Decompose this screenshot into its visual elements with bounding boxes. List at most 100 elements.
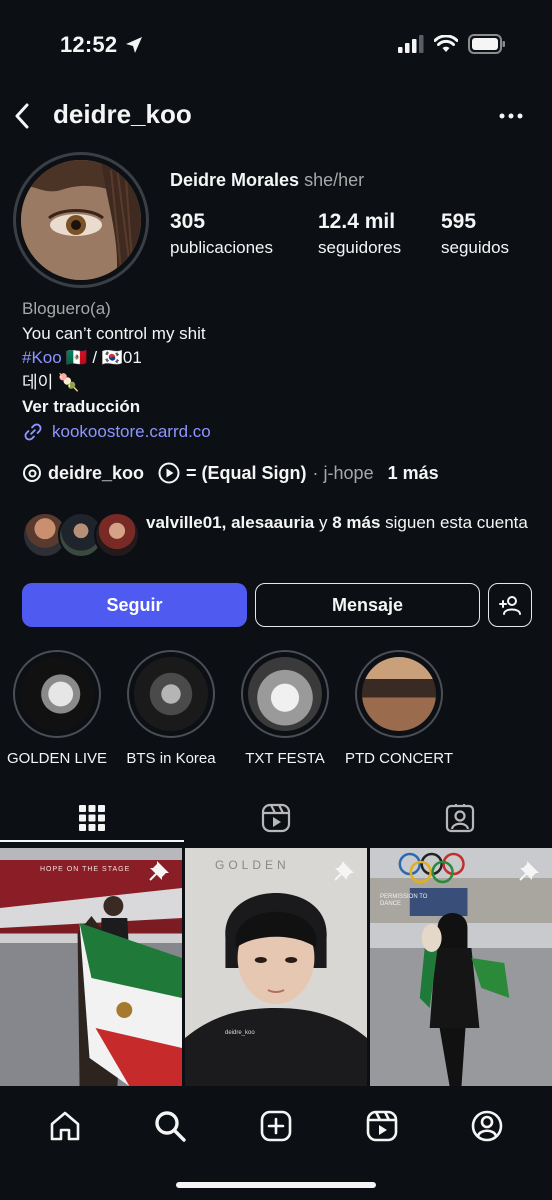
page-title: deidre_koo bbox=[53, 99, 192, 129]
highlight-item[interactable]: GOLDEN LIVE bbox=[7, 650, 107, 767]
signal-icon bbox=[398, 35, 424, 53]
ellipsis-icon bbox=[499, 113, 523, 119]
bio-hashtag[interactable]: #Koo bbox=[22, 348, 62, 367]
story-highlights: GOLDEN LIVE BTS in Korea TXT FESTA PTD C… bbox=[7, 650, 453, 767]
tab-posts[interactable] bbox=[0, 794, 184, 842]
post-caption: GOLDEN bbox=[215, 858, 290, 872]
profile-tabs bbox=[0, 794, 552, 842]
create-icon bbox=[260, 1110, 292, 1142]
bio-line: 데이 🍡 bbox=[22, 372, 80, 392]
highlight-cover bbox=[248, 657, 322, 731]
chevron-left-icon bbox=[15, 103, 29, 129]
follower-names: valville01, alesaauria bbox=[146, 513, 315, 532]
profile-chips: deidre_koo = (Equal Sign) · j-hope 1 más bbox=[22, 462, 439, 484]
home-icon bbox=[50, 1111, 80, 1141]
threads-chip[interactable]: deidre_koo bbox=[22, 463, 144, 484]
avatar-image bbox=[21, 160, 141, 280]
post-thumbnail[interactable]: GOLDEN deidre_koo bbox=[185, 848, 367, 1086]
pronouns: she/her bbox=[304, 170, 365, 190]
battery-icon bbox=[468, 34, 505, 54]
highlight-label: PTD CONCERT bbox=[344, 750, 454, 767]
profile-name-row: Deidre Morales she/her bbox=[170, 170, 364, 191]
nav-reels[interactable] bbox=[360, 1104, 404, 1148]
nav-search[interactable] bbox=[148, 1104, 192, 1148]
highlight-cover bbox=[134, 657, 208, 731]
bio-category: Bloguero(a) bbox=[22, 299, 111, 318]
location-arrow-icon bbox=[126, 37, 142, 53]
highlight-cover bbox=[20, 657, 94, 731]
followed-by-suffix: siguen esta cuenta bbox=[380, 513, 528, 532]
message-button[interactable]: Mensaje bbox=[255, 583, 480, 627]
post-thumbnail[interactable]: HOPE ON THE STAGE bbox=[0, 848, 182, 1086]
suggested-users-button[interactable] bbox=[488, 583, 532, 627]
posts-grid: HOPE ON THE STAGE GOLDEN deidre_koo PERM… bbox=[0, 848, 552, 1086]
more-options-button[interactable] bbox=[496, 104, 526, 128]
highlight-cover bbox=[362, 657, 436, 731]
nav-profile[interactable] bbox=[465, 1104, 509, 1148]
bio-line-rest: 🇲🇽 / 🇰🇷01 bbox=[61, 348, 142, 367]
stat-label: seguidores bbox=[318, 238, 402, 257]
follower-avatars bbox=[22, 512, 140, 558]
music-chip[interactable]: = (Equal Sign) · j-hope bbox=[158, 462, 374, 484]
bio-link-text: kookoostore.carrd.co bbox=[52, 421, 211, 441]
bio-link[interactable]: kookoostore.carrd.co bbox=[22, 420, 211, 445]
highlight-item[interactable]: PTD CONCERT bbox=[345, 650, 453, 767]
stat-following[interactable]: 595 seguidos bbox=[441, 210, 509, 258]
reels-icon bbox=[366, 1110, 397, 1142]
home-indicator bbox=[176, 1182, 376, 1188]
highlight-label: BTS in Korea bbox=[126, 750, 216, 767]
highlight-label: TXT FESTA bbox=[245, 750, 325, 767]
stat-value: 595 bbox=[441, 210, 477, 233]
bottom-navigation bbox=[0, 1086, 552, 1200]
music-title: = (Equal Sign) bbox=[186, 462, 307, 483]
more-chips-link[interactable]: 1 más bbox=[388, 463, 439, 484]
follower-more: 8 más bbox=[332, 513, 381, 532]
add-person-icon bbox=[499, 596, 521, 615]
post-caption: HOPE ON THE STAGE bbox=[40, 866, 131, 873]
pin-icon bbox=[519, 861, 539, 881]
stat-followers[interactable]: 12.4 mil seguidores bbox=[318, 210, 441, 258]
threads-handle: deidre_koo bbox=[48, 462, 145, 483]
pin-icon bbox=[334, 861, 354, 881]
see-translation-link[interactable]: Ver traducción bbox=[22, 395, 211, 420]
tab-reels[interactable] bbox=[184, 794, 368, 842]
nav-home[interactable] bbox=[43, 1104, 87, 1148]
post-watermark: deidre_koo bbox=[225, 1030, 255, 1036]
stat-label: publicaciones bbox=[170, 238, 274, 257]
back-button[interactable] bbox=[10, 100, 34, 132]
profile-actions: Seguir Mensaje bbox=[22, 583, 532, 627]
music-artist: · j-hope bbox=[312, 462, 374, 483]
conjunction: y bbox=[314, 513, 333, 532]
threads-icon bbox=[23, 464, 41, 482]
full-name: Deidre Morales bbox=[170, 170, 300, 190]
profile-header: deidre_koo bbox=[0, 96, 552, 136]
nav-create[interactable] bbox=[254, 1104, 298, 1148]
stat-posts[interactable]: 305 publicaciones bbox=[170, 210, 318, 258]
profile-avatar[interactable] bbox=[13, 152, 149, 288]
highlight-label: GOLDEN LIVE bbox=[6, 750, 108, 767]
followed-by[interactable]: valville01, alesaauria y 8 más siguen es… bbox=[22, 510, 532, 560]
tagged-icon bbox=[445, 804, 475, 833]
bio-line: #Koo 🇲🇽 / 🇰🇷01 bbox=[22, 346, 211, 371]
bio-line: You can’t control my shit bbox=[22, 323, 206, 343]
avatar bbox=[94, 512, 140, 558]
search-icon bbox=[155, 1111, 187, 1142]
follow-button[interactable]: Seguir bbox=[22, 583, 247, 627]
followed-by-text: valville01, alesaauria y 8 más siguen es… bbox=[146, 510, 536, 535]
play-circle-icon bbox=[158, 462, 180, 484]
stat-value: 305 bbox=[170, 210, 206, 233]
status-bar: 12:52 bbox=[0, 0, 552, 88]
tab-tagged[interactable] bbox=[368, 794, 552, 842]
bio: Bloguero(a) You can’t control my shit #K… bbox=[22, 297, 211, 444]
wifi-icon bbox=[434, 35, 458, 52]
highlight-item[interactable]: TXT FESTA bbox=[240, 650, 330, 767]
post-caption: PERMISSION TO DANCE bbox=[380, 894, 428, 907]
reels-icon bbox=[261, 803, 291, 833]
profile-stats: 305 publicaciones 12.4 mil seguidores 59… bbox=[170, 210, 509, 258]
post-thumbnail[interactable]: PERMISSION TO DANCE bbox=[370, 848, 552, 1086]
pin-icon bbox=[149, 861, 169, 881]
link-icon bbox=[24, 423, 42, 441]
profile-icon bbox=[471, 1110, 503, 1142]
highlight-item[interactable]: BTS in Korea bbox=[126, 650, 216, 767]
stat-label: seguidos bbox=[441, 238, 510, 257]
